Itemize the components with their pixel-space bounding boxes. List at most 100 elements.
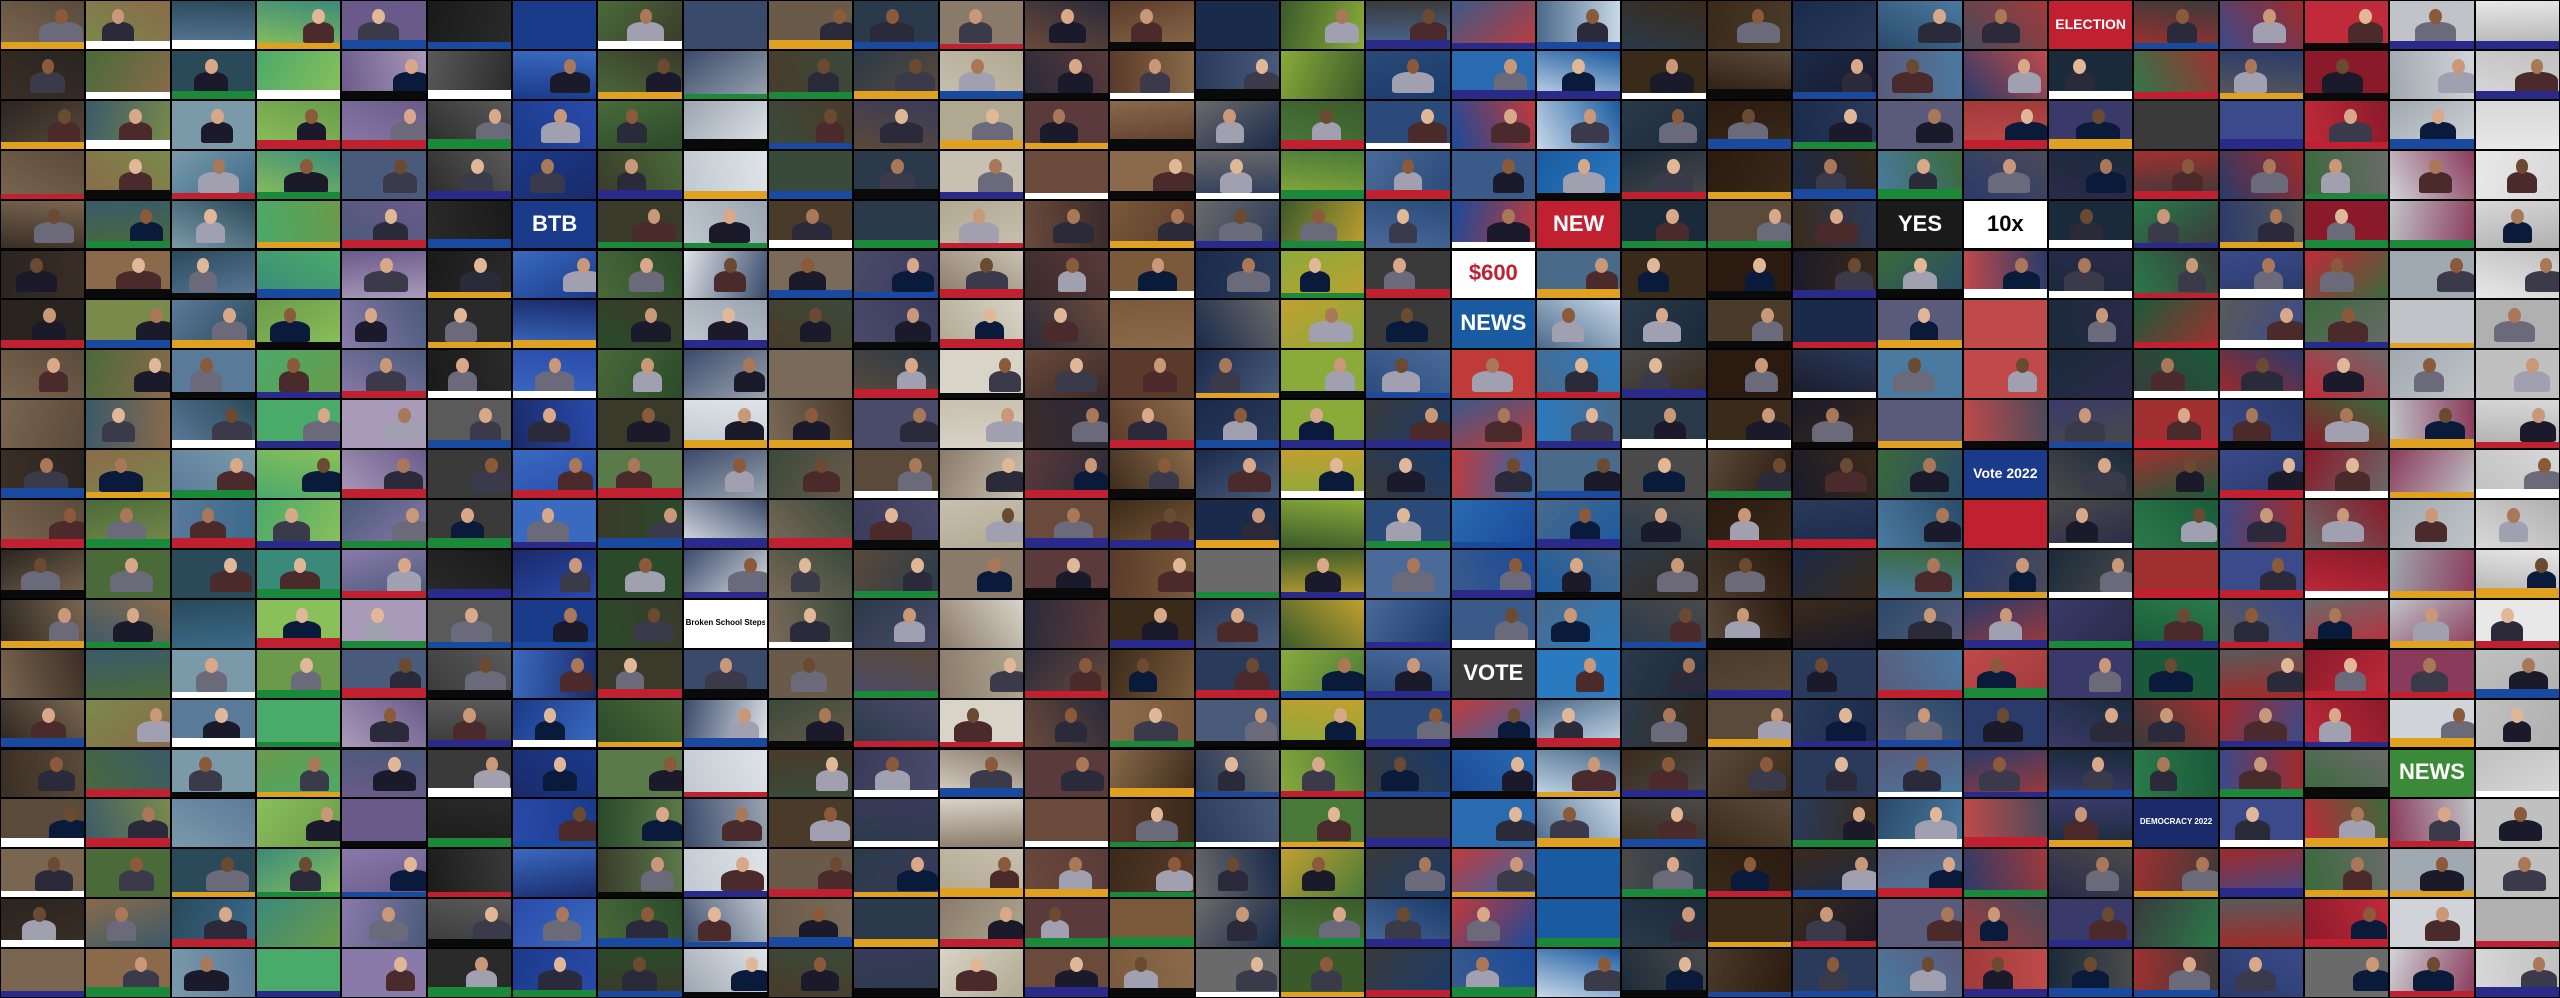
lower-third-bar [427, 788, 511, 798]
video-thumbnail [1280, 898, 1366, 949]
lower-third-bar [939, 43, 1023, 49]
presenter-head [1839, 707, 1853, 723]
presenter-figure [1905, 720, 1943, 742]
lower-third-bar [1622, 438, 1706, 449]
presenter-head [370, 607, 384, 623]
video-thumbnail [1536, 499, 1622, 549]
presenter-figure [725, 471, 754, 492]
presenter-figure [1915, 121, 1953, 143]
video-thumbnail [2218, 249, 2304, 300]
lower-third-bar [1878, 638, 1962, 648]
video-thumbnail: $600 [1450, 249, 1536, 300]
presenter-head [2534, 557, 2548, 573]
presenter-figure [986, 421, 1023, 443]
presenter-figure [2324, 421, 2369, 443]
video-thumbnail [1109, 648, 1195, 699]
presenter-head [1504, 108, 1517, 124]
lower-third-bar [1025, 143, 1109, 149]
lower-third-bar [1963, 687, 2047, 698]
presenter-head [125, 557, 138, 573]
lower-third-bar [2134, 42, 2218, 49]
video-thumbnail [2389, 349, 2475, 400]
presenter-head [1310, 408, 1323, 424]
video-thumbnail [768, 349, 854, 400]
video-thumbnail [170, 648, 256, 699]
lower-third-bar [2049, 542, 2133, 548]
video-thumbnail [1536, 598, 1622, 649]
video-thumbnail [170, 199, 256, 250]
video-thumbnail [2218, 548, 2304, 599]
lower-third-bar [939, 191, 1023, 199]
presenter-figure [1227, 471, 1271, 492]
presenter-head [1406, 58, 1420, 74]
presenter-figure [1909, 970, 1947, 991]
video-thumbnail [2133, 698, 2219, 749]
video-thumbnail [85, 499, 171, 549]
lower-third-bar [683, 139, 767, 149]
presenter-head [2329, 158, 2343, 174]
lower-third-bar [171, 90, 255, 99]
presenter-head [2016, 557, 2030, 573]
presenter-head [1230, 158, 1243, 174]
video-thumbnail [2048, 848, 2134, 899]
presenter-head [1255, 58, 1269, 74]
presenter-figure [2083, 471, 2127, 492]
presenter-head [1583, 657, 1597, 673]
video-thumbnail [256, 648, 342, 699]
video-thumbnail [85, 548, 171, 599]
presenter-figure [527, 520, 569, 542]
presenter-head [664, 507, 677, 523]
lower-third-bar [1537, 288, 1621, 299]
video-thumbnail [1280, 449, 1366, 499]
video-thumbnail [170, 948, 256, 998]
presenter-head [1320, 108, 1333, 124]
presenter-figure [1835, 271, 1874, 293]
presenter-figure [875, 770, 911, 792]
lower-third-bar [2219, 741, 2303, 748]
presenter-head [215, 707, 228, 723]
video-thumbnail [170, 898, 256, 949]
presenter-figure [1486, 221, 1530, 243]
lower-third-bar [427, 41, 511, 49]
presenter-head [823, 807, 837, 823]
presenter-figure [20, 570, 60, 592]
lower-third-bar [1793, 941, 1877, 948]
presenter-head [803, 607, 817, 623]
lower-third-bar [427, 939, 511, 948]
lower-third-bar [854, 690, 938, 698]
lower-third-bar [2134, 190, 2218, 199]
lower-third-bar [1451, 891, 1535, 898]
presenter-figure [815, 770, 849, 792]
presenter-figure [2343, 870, 2372, 892]
video-thumbnail [0, 399, 86, 450]
video-thumbnail [2218, 798, 2304, 849]
video-thumbnail [426, 499, 512, 549]
lower-third-bar [1622, 889, 1706, 898]
lower-third-bar [854, 91, 938, 99]
lower-third-bar [2219, 340, 2303, 349]
lower-third-bar [1963, 139, 2047, 149]
presenter-head [2269, 208, 2283, 224]
lower-third-bar [171, 538, 255, 548]
video-thumbnail [512, 648, 598, 699]
presenter-head [1252, 507, 1266, 523]
lower-third-bar [1, 142, 85, 149]
video-thumbnail [2048, 798, 2134, 849]
presenter-head [1486, 358, 1499, 374]
lower-third-bar [1451, 737, 1535, 748]
lower-third-bar [1451, 589, 1535, 598]
lower-third-bar [769, 937, 853, 948]
video-thumbnail [341, 0, 427, 50]
lower-third-bar [683, 538, 767, 548]
lower-third-bar [513, 340, 597, 349]
presenter-figure [1903, 770, 1941, 792]
presenter-head [1070, 957, 1083, 973]
presenter-head [2181, 158, 2195, 174]
presenter-head [299, 657, 313, 673]
video-thumbnail [768, 0, 854, 50]
presenter-head [42, 308, 56, 324]
lower-third-bar [1195, 539, 1279, 548]
lower-third-bar [1878, 839, 1962, 848]
lower-third-bar [257, 638, 341, 648]
lower-third-bar [2390, 139, 2474, 149]
